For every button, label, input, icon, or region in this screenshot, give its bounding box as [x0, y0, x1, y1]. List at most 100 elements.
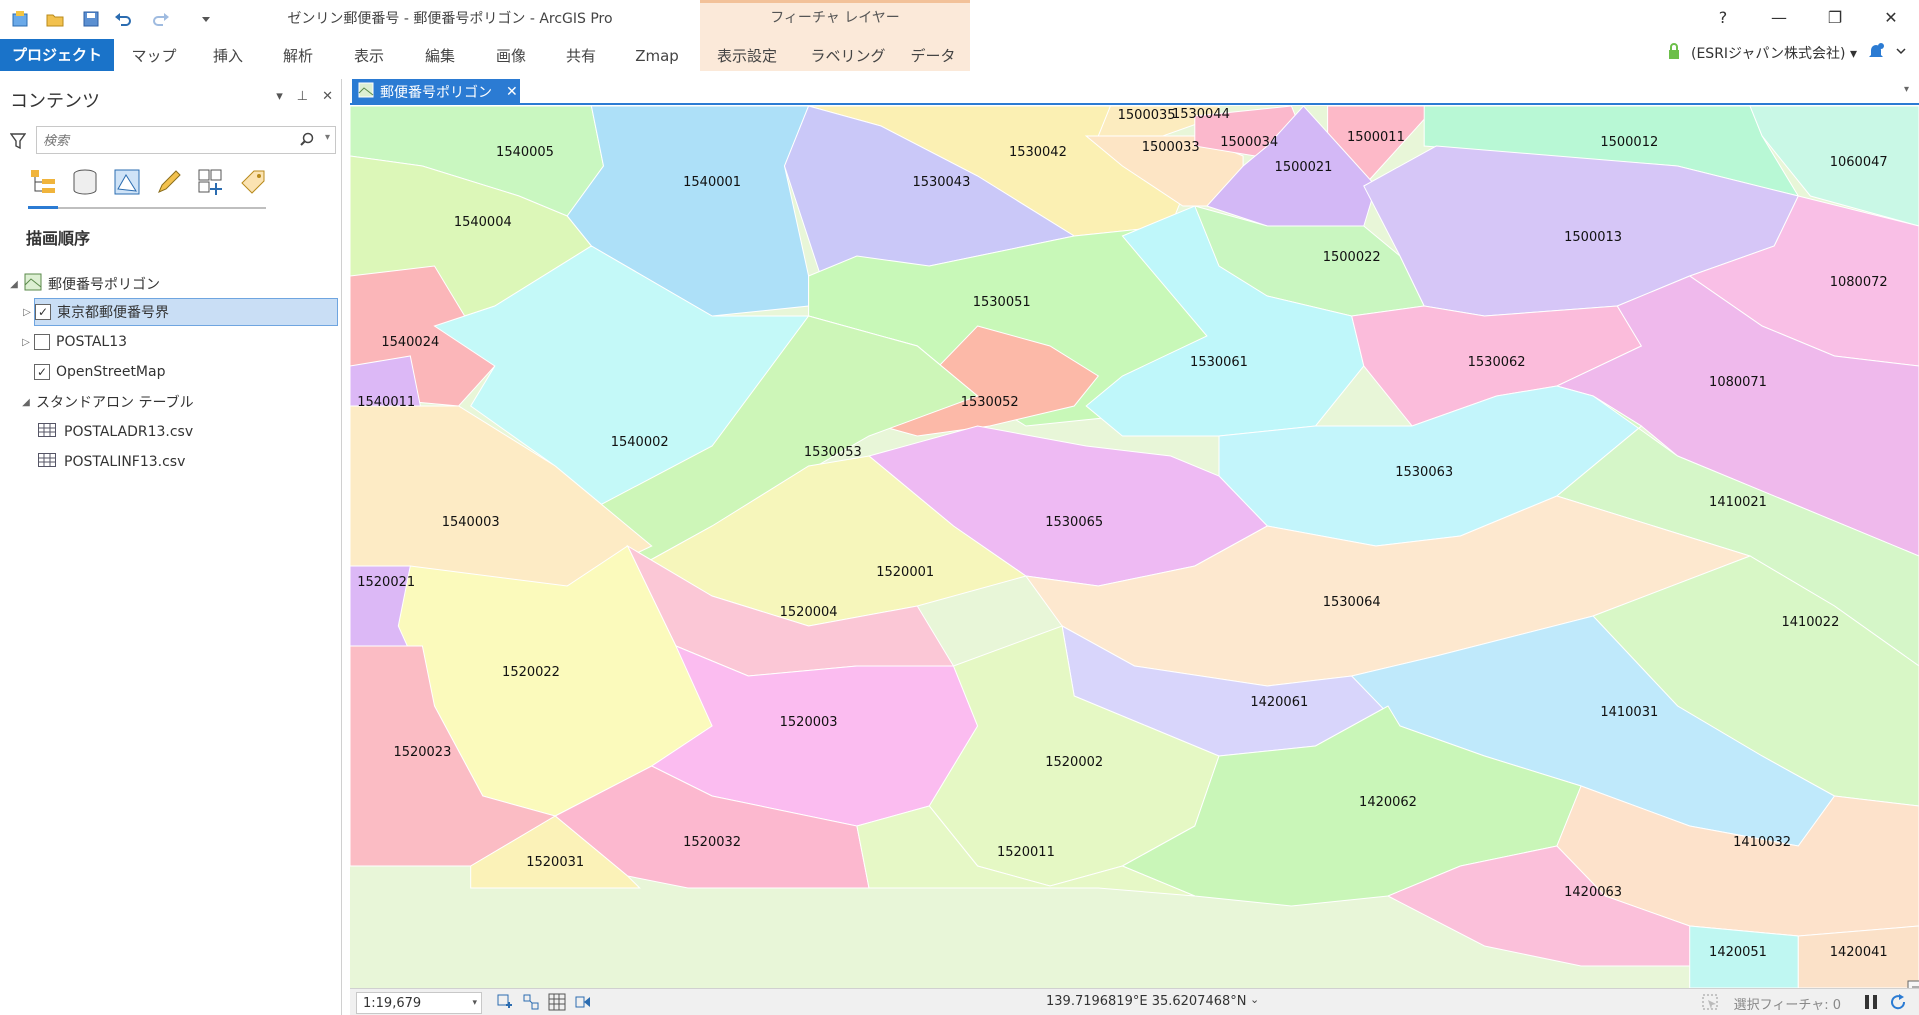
- user-area: (ESRIジャパン株式会社) ▾: [1667, 35, 1919, 71]
- minimize-button[interactable]: —: [1751, 0, 1807, 35]
- postal-code-label: 1530052: [961, 395, 1019, 410]
- selection-view-icon[interactable]: [112, 167, 142, 201]
- help-button[interactable]: ?: [1695, 0, 1751, 35]
- postal-code-label: 1520032: [683, 835, 741, 850]
- labeling-view-icon[interactable]: [238, 167, 268, 201]
- postal-code-label: 1500034: [1220, 135, 1278, 150]
- undo-icon[interactable]: [112, 8, 134, 30]
- tab-insert[interactable]: 挿入: [204, 43, 252, 69]
- user-account-menu[interactable]: (ESRIジャパン株式会社) ▾: [1691, 43, 1857, 63]
- scale-selector[interactable]: 1:19,679 ▾: [356, 992, 482, 1014]
- layer-row-postal13[interactable]: ▷ POSTAL13: [22, 328, 338, 356]
- postal-code-label: 1520031: [526, 855, 584, 870]
- postal-code-label: 1500035: [1118, 108, 1176, 123]
- snapping-view-icon[interactable]: [196, 167, 226, 201]
- search-icon[interactable]: [299, 132, 315, 152]
- postal-code-label: 1530062: [1468, 355, 1526, 370]
- layer-visibility-checkbox[interactable]: [34, 334, 50, 350]
- notification-icon[interactable]: [1867, 42, 1885, 64]
- new-project-icon[interactable]: [10, 8, 32, 30]
- postal-code-label: 1530053: [804, 445, 862, 460]
- fixed-zoom-icon[interactable]: [496, 993, 514, 1015]
- layer-label: POSTAL13: [56, 334, 128, 350]
- close-button[interactable]: ✕: [1863, 0, 1919, 35]
- title-bar: ゼンリン郵便番号 - 郵便番号ポリゴン - ArcGIS Pro フィーチャ レ…: [0, 0, 1919, 35]
- close-tab-icon[interactable]: ✕: [506, 84, 518, 100]
- refresh-icon[interactable]: [1889, 993, 1907, 1015]
- tab-analysis[interactable]: 解析: [274, 43, 322, 69]
- layer-visibility-checkbox[interactable]: ✓: [35, 304, 51, 320]
- map-tree-node[interactable]: ◢ 郵便番号ポリゴン: [8, 270, 338, 298]
- postal-code-label: 1500012: [1600, 135, 1658, 150]
- layer-label: 東京都郵便番号界: [57, 305, 169, 321]
- map-view-tab[interactable]: 郵便番号ポリゴン ✕: [352, 79, 520, 105]
- lock-icon[interactable]: [1667, 42, 1681, 64]
- pause-drawing-icon[interactable]: [1863, 993, 1879, 1015]
- search-dropdown-icon[interactable]: ▾: [325, 132, 330, 143]
- tab-project[interactable]: プロジェクト: [0, 39, 114, 71]
- drawing-order-heading: 描画順序: [26, 229, 91, 248]
- map-canvas[interactable]: 1530044 1500035 1540005 1540001 1530042 15000…: [350, 106, 1919, 988]
- postal-code-label: 1520022: [502, 665, 560, 680]
- tab-zmap[interactable]: Zmap: [629, 43, 685, 69]
- scale-value: 1:19,679: [363, 995, 422, 1011]
- status-bar: 1:19,679 ▾ 139.7196819°E 35.6207468°N ⌄ …: [350, 988, 1919, 1015]
- tab-overflow-icon[interactable]: ▾: [1904, 84, 1909, 95]
- filter-icon[interactable]: [9, 132, 27, 154]
- coordinate-format-dropdown-icon[interactable]: ⌄: [1250, 993, 1259, 1006]
- tab-data[interactable]: データ: [908, 43, 958, 69]
- table-row-postalinf13[interactable]: POSTALINF13.csv: [38, 448, 328, 476]
- tab-imagery[interactable]: 画像: [487, 43, 535, 69]
- postal-code-label: 1520003: [780, 715, 838, 730]
- search-input[interactable]: [43, 131, 293, 151]
- postal-code-label: 1540005: [496, 145, 554, 160]
- customize-toolbar-icon[interactable]: [195, 8, 217, 30]
- postal-code-label: 1530043: [912, 175, 970, 190]
- drawing-order-icon[interactable]: [28, 167, 58, 201]
- tab-map[interactable]: マップ: [130, 43, 178, 69]
- postal-code-label: 1410022: [1781, 615, 1839, 630]
- postal-code-label: 1520002: [1045, 755, 1103, 770]
- close-pane-icon[interactable]: ✕: [322, 89, 333, 104]
- postal-code-label: 1520004: [780, 605, 838, 620]
- tab-appearance[interactable]: 表示設定: [712, 43, 782, 69]
- postal-code-label: 1500013: [1564, 230, 1622, 245]
- map-view-tab-label: 郵便番号ポリゴン: [380, 85, 492, 101]
- layer-row-tokyo-postal-boundary[interactable]: ▷ ✓ 東京都郵便番号界: [23, 298, 338, 326]
- restore-button[interactable]: ❐: [1807, 0, 1863, 35]
- layer-visibility-checkbox[interactable]: ✓: [34, 364, 50, 380]
- scale-dropdown-icon[interactable]: ▾: [472, 998, 477, 1008]
- ribbon-options-chevron-icon[interactable]: [1895, 45, 1907, 61]
- editing-view-icon[interactable]: [154, 167, 184, 201]
- snapping-toggle-icon[interactable]: [522, 993, 540, 1015]
- pane-options-icon[interactable]: ▾: [276, 89, 283, 104]
- postal-code-label: 1060047: [1830, 155, 1888, 170]
- standalone-tables-node[interactable]: ◢ スタンドアロン テーブル: [20, 388, 330, 416]
- postal-polygon-map[interactable]: 15300441500035 1540005 1540001 1530042 15000…: [350, 106, 1919, 988]
- navigation-toggle-icon[interactable]: [574, 993, 592, 1015]
- redo-icon[interactable]: [150, 8, 172, 30]
- postal-code-label: 1530063: [1395, 465, 1453, 480]
- tab-edit[interactable]: 編集: [416, 43, 464, 69]
- open-project-icon[interactable]: [44, 8, 66, 30]
- collapse-arrow-icon[interactable]: ◢: [8, 279, 20, 290]
- postal-code-label: 1520023: [393, 745, 451, 760]
- expand-arrow-icon[interactable]: ▷: [21, 307, 33, 318]
- layer-row-openstreetmap[interactable]: ✓ OpenStreetMap: [34, 358, 338, 386]
- data-source-icon[interactable]: [70, 167, 100, 201]
- table-row-postaladr13[interactable]: POSTALADR13.csv: [38, 418, 328, 446]
- collapse-arrow-icon[interactable]: ◢: [20, 397, 32, 408]
- layer-label: OpenStreetMap: [56, 364, 166, 380]
- tab-share[interactable]: 共有: [557, 43, 605, 69]
- pin-icon[interactable]: ⊥: [297, 89, 308, 104]
- map-icon: [24, 273, 42, 295]
- tab-view[interactable]: 表示: [345, 43, 393, 69]
- postal-code-label: 1540004: [454, 215, 512, 230]
- tab-labeling[interactable]: ラベリング: [810, 43, 886, 69]
- grid-toggle-icon[interactable]: [548, 993, 566, 1015]
- expand-arrow-icon[interactable]: ▷: [20, 337, 32, 348]
- postal-code-label: 1080072: [1830, 275, 1888, 290]
- save-project-icon[interactable]: [80, 8, 102, 30]
- postal-code-label: 1540002: [611, 435, 669, 450]
- pane-controls: ▾ ⊥ ✕: [276, 89, 333, 104]
